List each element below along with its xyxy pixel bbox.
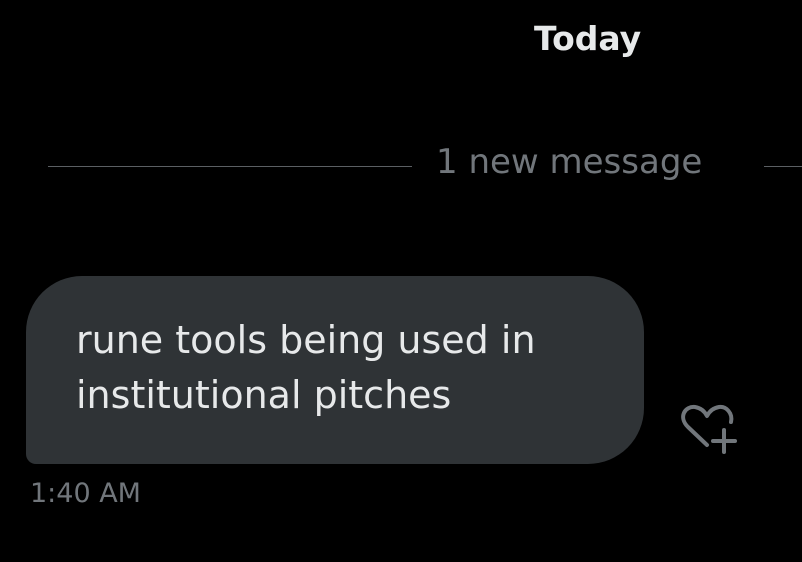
heart-plus-icon	[681, 404, 737, 454]
date-header: Today	[534, 19, 642, 58]
message-bubble[interactable]: rune tools being used in institutional p…	[26, 276, 644, 464]
divider-line-left	[48, 166, 412, 167]
divider-line-right	[764, 166, 802, 167]
message-text: rune tools being used in institutional p…	[76, 318, 536, 417]
new-message-label: 1 new message	[436, 142, 703, 182]
message-timestamp: 1:40 AM	[30, 478, 141, 509]
add-reaction-button[interactable]	[676, 402, 738, 456]
